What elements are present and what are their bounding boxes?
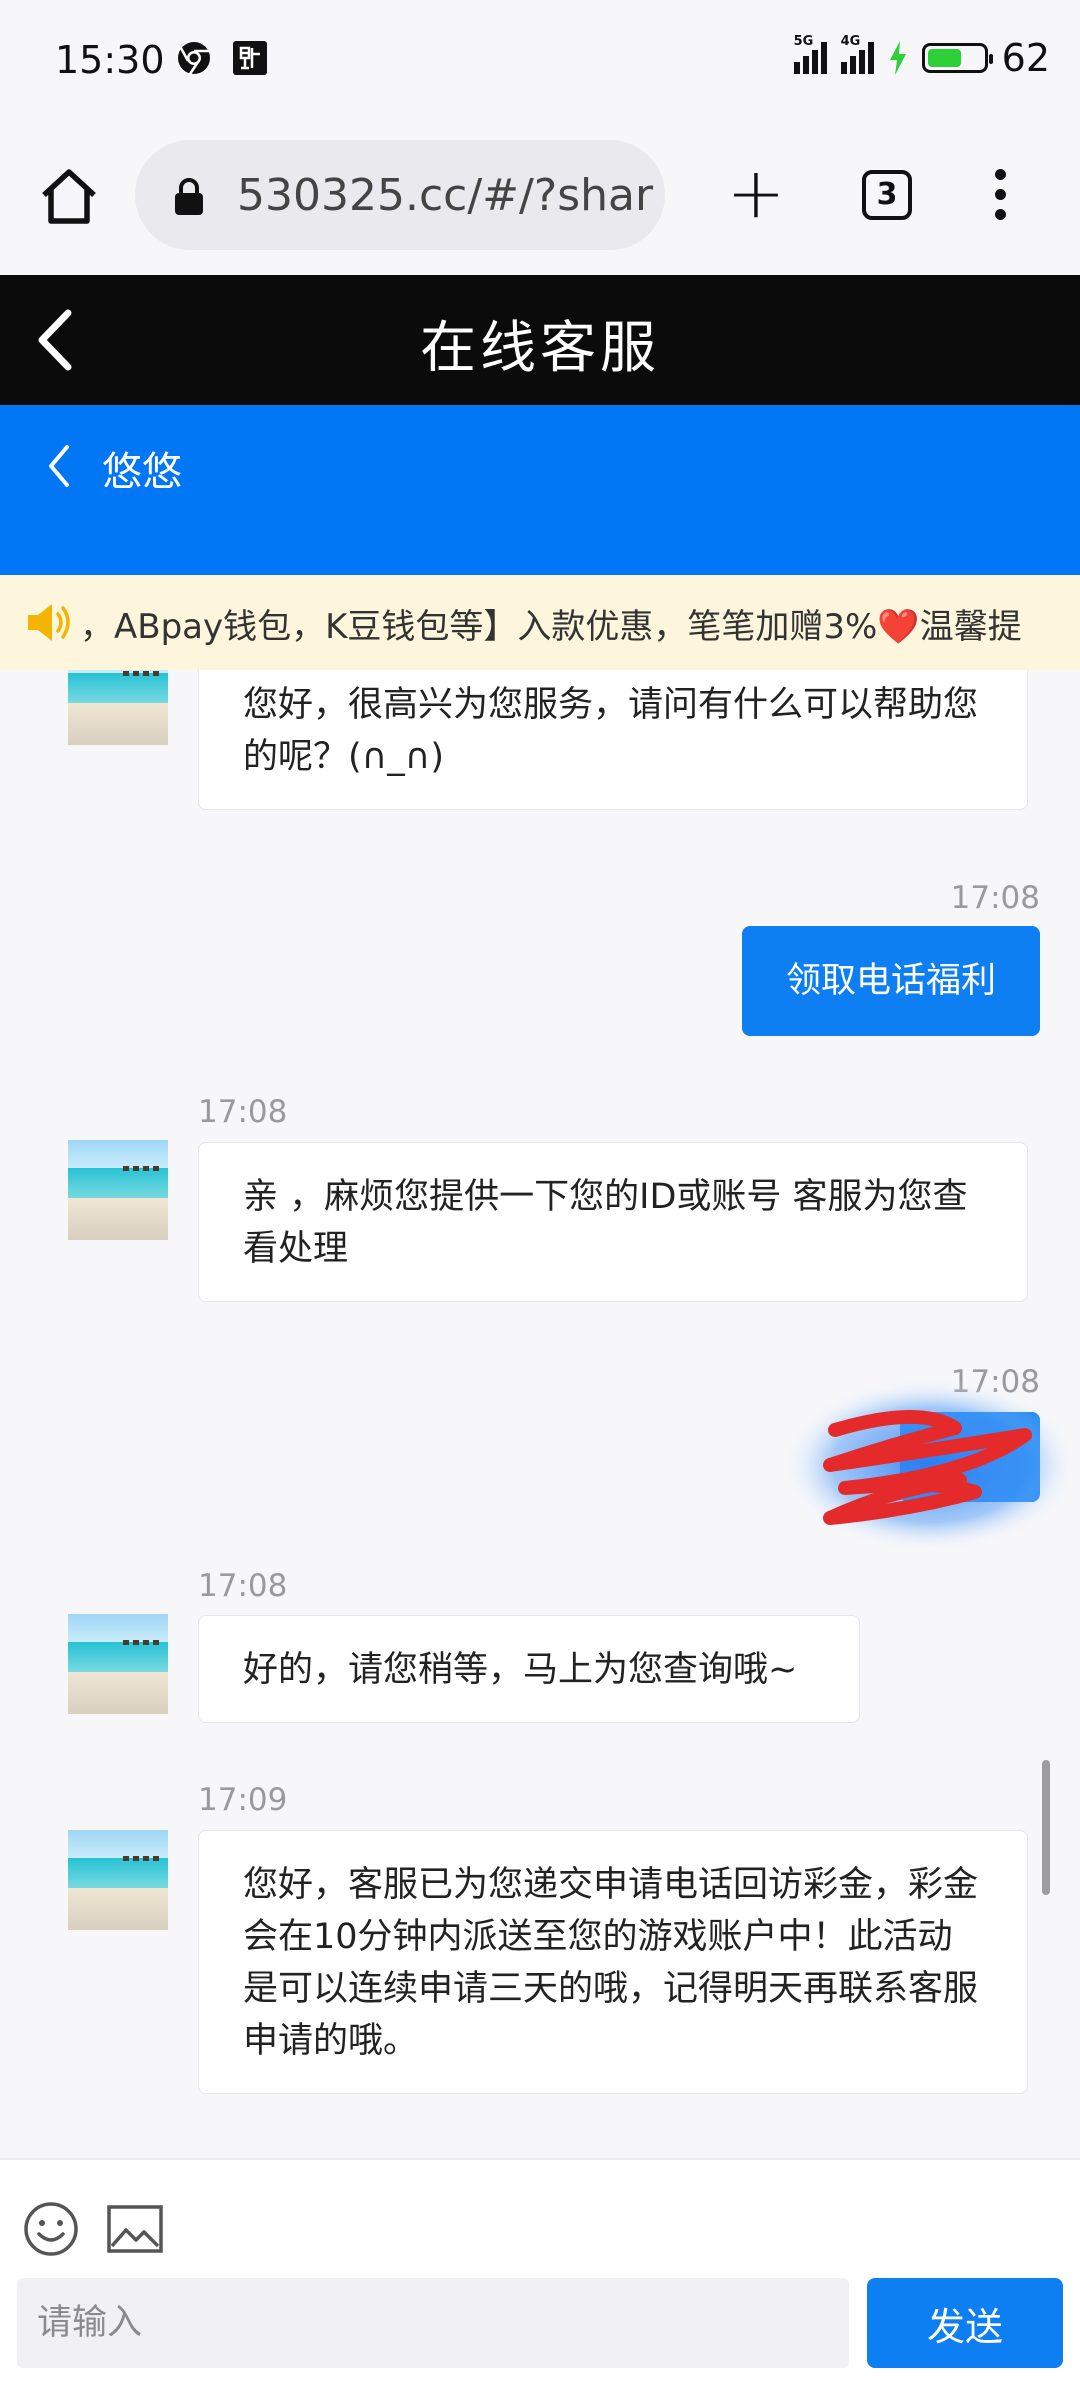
message-bubble-agent: 好的，请您稍等，马上为您查询哦~	[198, 1615, 860, 1723]
battery-percent: 62	[1001, 36, 1050, 80]
notice-marquee: ，ABpay钱包，K豆钱包等】入款优惠，笔笔加赠3%❤️温馨提	[0, 575, 1080, 670]
image-icon[interactable]	[106, 2204, 164, 2254]
composer: 发送	[0, 2158, 1080, 2402]
agent-bar: 悠悠	[0, 405, 1080, 575]
home-icon[interactable]	[38, 165, 100, 227]
notice-text: ，ABpay钱包，K豆钱包等】入款优惠，笔笔加赠3%❤️温馨提	[80, 607, 1022, 647]
charging-icon	[889, 41, 906, 75]
lock-icon	[175, 178, 203, 215]
chevron-left-icon[interactable]	[45, 441, 75, 491]
agent-name: 悠悠	[102, 449, 182, 495]
chrome-icon	[178, 42, 210, 75]
message-time: 17:08	[198, 1568, 288, 1604]
message-bubble-user: 领取电话福利	[741, 926, 1040, 1036]
message-bubble-agent: 您好，客服已为您递交申请电话回访彩金，彩金会在10分钟内派送至您的游戏账户中！此…	[198, 1830, 1028, 2094]
page-title: 在线客服	[420, 316, 660, 381]
emoji-icon[interactable]	[22, 2200, 80, 2258]
message-bubble-agent: 您好，很高兴为您服务，请问有什么可以帮助您的呢？(∩_∩)	[198, 670, 1028, 810]
battery-level	[927, 49, 961, 67]
heart-emoji: ❤️	[877, 607, 920, 647]
message-time: 17:08	[950, 880, 1040, 916]
chat-area[interactable]: 您好，很高兴为您服务，请问有什么可以帮助您的呢？(∩_∩) 17:08 领取电话…	[0, 670, 1080, 2158]
agent-avatar	[68, 1140, 168, 1240]
speaker-icon	[28, 604, 70, 641]
signal-icon-2: 4G	[840, 34, 874, 74]
status-time: 15:30	[55, 38, 165, 82]
status-bar: 15:30 5G 4G 62	[0, 0, 1080, 125]
message-time: 17:08	[198, 1094, 288, 1130]
tab-count-button[interactable]: 3	[862, 170, 912, 220]
tieba-icon	[233, 41, 267, 75]
chat-scrollbar[interactable]	[1042, 1760, 1050, 1895]
new-tab-button[interactable]: +	[725, 158, 787, 228]
message-bubble-agent: 亲 ，麻烦您提供一下您的ID或账号 客服为您查看处理	[198, 1142, 1028, 1302]
url-text: 530325.cc/#/?shar	[237, 170, 654, 221]
address-bar[interactable]: 530325.cc/#/?shar	[135, 140, 665, 250]
message-time: 17:09	[198, 1782, 288, 1818]
signal-icon: 5G	[793, 34, 827, 74]
redaction-scribble	[780, 1377, 1080, 1553]
agent-avatar	[68, 670, 168, 745]
send-button[interactable]: 发送	[867, 2278, 1063, 2368]
battery-icon	[921, 43, 993, 73]
agent-avatar	[68, 1830, 168, 1930]
message-input[interactable]	[17, 2278, 849, 2368]
status-right: 5G 4G 62	[793, 34, 1050, 80]
browser-toolbar: 530325.cc/#/?shar + 3	[0, 125, 1080, 277]
agent-avatar	[68, 1614, 168, 1714]
app-header: 在线客服	[0, 275, 1080, 405]
more-menu-icon[interactable]	[985, 165, 1015, 227]
